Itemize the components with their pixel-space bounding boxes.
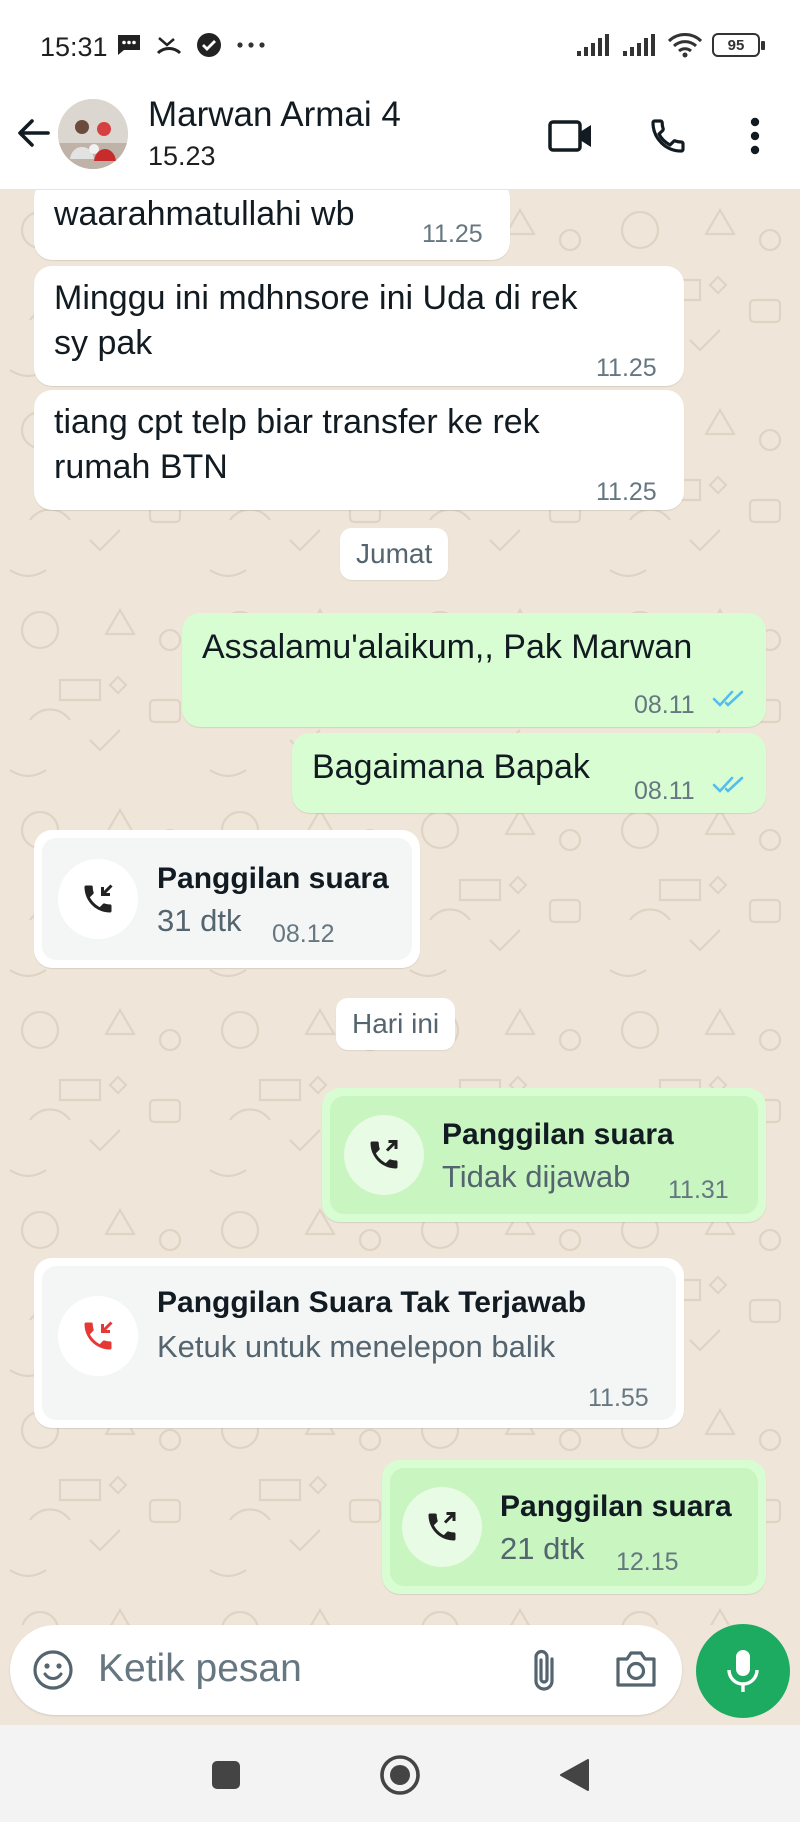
square-icon	[212, 1761, 240, 1789]
call-icon-circle	[58, 1296, 138, 1376]
wifi-icon	[668, 33, 702, 58]
more-options-button[interactable]	[730, 111, 780, 161]
message-text-line: tiang cpt telp biar transfer ke rek	[54, 403, 540, 441]
call-card[interactable]: Panggilan suara 21 dtk 12.15	[390, 1468, 758, 1586]
signal-icon	[577, 34, 609, 56]
status-system-icons: 95	[576, 32, 765, 58]
signal-icon	[623, 34, 655, 56]
avatar-photo	[58, 99, 128, 169]
outgoing-call-icon	[370, 1140, 398, 1169]
missed-call-icon	[84, 1321, 113, 1350]
incoming-call-icon	[84, 884, 113, 913]
message-text: Assalamu'alaikum,, Pak Marwan	[202, 628, 693, 666]
message-time: 11.55	[588, 1384, 649, 1412]
triangle-back-icon	[560, 1759, 589, 1791]
home-circle-icon	[380, 1755, 420, 1795]
outgoing-call-icon	[428, 1512, 456, 1541]
home-button[interactable]	[378, 1753, 422, 1797]
call-message-bubble[interactable]: Panggilan suara 31 dtk 08.12	[34, 830, 420, 968]
voice-call-button[interactable]	[643, 111, 693, 161]
message-time: 11.25	[596, 354, 657, 382]
video-call-icon	[548, 120, 591, 152]
read-receipt-icon	[712, 690, 744, 707]
message-bubble[interactable]: tiang cpt telp biar transfer ke rek ruma…	[34, 390, 684, 510]
contact-avatar[interactable]	[58, 99, 128, 169]
message-bubble-outgoing[interactable]: Assalamu'alaikum,, Pak Marwan 08.11	[182, 613, 766, 727]
video-call-button[interactable]	[546, 111, 596, 161]
date-separator: Jumat	[340, 528, 449, 580]
phone-icon	[651, 119, 685, 153]
missed-call-icon	[156, 37, 182, 55]
call-card[interactable]: Panggilan suara Tidak dijawab 11.31	[330, 1096, 758, 1214]
status-time: 15:31	[40, 32, 108, 62]
message-time: 11.31	[668, 1176, 729, 1204]
call-title: Panggilan Suara Tak Terjawab	[157, 1286, 587, 1319]
back-nav-button[interactable]	[552, 1753, 596, 1797]
message-time: 11.25	[596, 478, 657, 506]
call-card[interactable]: Panggilan Suara Tak Terjawab Ketuk untuk…	[42, 1266, 676, 1420]
call-message-bubble-outgoing[interactable]: Panggilan suara Tidak dijawab 11.31	[322, 1088, 766, 1222]
attach-icon[interactable]	[530, 1647, 560, 1693]
more-dots-icon	[237, 42, 265, 48]
chat-header: Marwan Armai 4 15.23	[0, 95, 800, 190]
call-title: Panggilan suara	[500, 1490, 732, 1523]
message-time: 11.25	[422, 220, 483, 248]
battery-icon: 95	[712, 33, 765, 57]
read-receipt-icon	[712, 776, 744, 793]
status-bar: 15:31 95	[0, 0, 800, 95]
contact-last-seen: 15.23	[148, 141, 216, 171]
call-hint[interactable]: Ketuk untuk menelepon balik	[157, 1324, 555, 1369]
message-text-line: rumah BTN	[54, 448, 228, 486]
status-notification-icons	[116, 32, 266, 58]
call-status: Tidak dijawab	[442, 1159, 631, 1194]
message-time: 08.11	[634, 777, 695, 805]
call-title: Panggilan suara	[157, 862, 389, 895]
message-time: 08.11	[634, 691, 695, 719]
message-composer[interactable]: Ketik pesan	[10, 1625, 682, 1715]
back-arrow-icon	[18, 119, 50, 147]
chat-area[interactable]: waarahmatullahi wb 11.25 Minggu ini mdhn…	[0, 190, 800, 1625]
back-button[interactable]	[14, 113, 58, 157]
message-text: Bagaimana Bapak	[312, 748, 590, 786]
call-message-bubble-outgoing[interactable]: Panggilan suara 21 dtk 12.15	[382, 1460, 766, 1594]
call-duration: 21 dtk	[500, 1531, 585, 1566]
date-separator: Hari ini	[336, 998, 456, 1050]
system-navigation-bar	[0, 1725, 800, 1822]
more-vertical-icon	[750, 117, 760, 155]
message-text: waarahmatullahi wb	[54, 195, 355, 233]
message-icon	[118, 35, 140, 55]
message-text-line: Minggu ini mdhnsore ini Uda di rek	[54, 279, 578, 317]
battery-level: 95	[727, 36, 745, 54]
check-circle-icon	[197, 33, 221, 57]
mic-icon	[727, 1650, 759, 1692]
voice-message-button[interactable]	[696, 1624, 790, 1718]
call-duration: 31 dtk	[157, 903, 242, 938]
message-bubble[interactable]: waarahmatullahi wb 11.25	[34, 190, 510, 260]
recent-apps-button[interactable]	[204, 1753, 248, 1797]
message-time: 08.12	[272, 920, 335, 948]
call-card[interactable]: Panggilan suara 31 dtk 08.12	[42, 838, 412, 960]
call-title: Panggilan suara	[442, 1118, 674, 1151]
camera-icon[interactable]	[614, 1649, 658, 1689]
message-bubble-outgoing[interactable]: Bagaimana Bapak 08.11	[292, 733, 766, 813]
message-input-placeholder[interactable]: Ketik pesan	[98, 1647, 302, 1691]
call-icon-circle	[58, 859, 138, 939]
message-bubble[interactable]: Minggu ini mdhnsore ini Uda di rek sy pa…	[34, 266, 684, 386]
call-icon-circle	[344, 1115, 424, 1195]
emoji-icon[interactable]	[32, 1649, 74, 1691]
call-icon-circle	[402, 1487, 482, 1567]
message-text-line: sy pak	[54, 324, 153, 362]
missed-call-bubble[interactable]: Panggilan Suara Tak Terjawab Ketuk untuk…	[34, 1258, 684, 1428]
message-time: 12.15	[616, 1548, 679, 1576]
contact-name[interactable]: Marwan Armai 4	[148, 95, 401, 135]
